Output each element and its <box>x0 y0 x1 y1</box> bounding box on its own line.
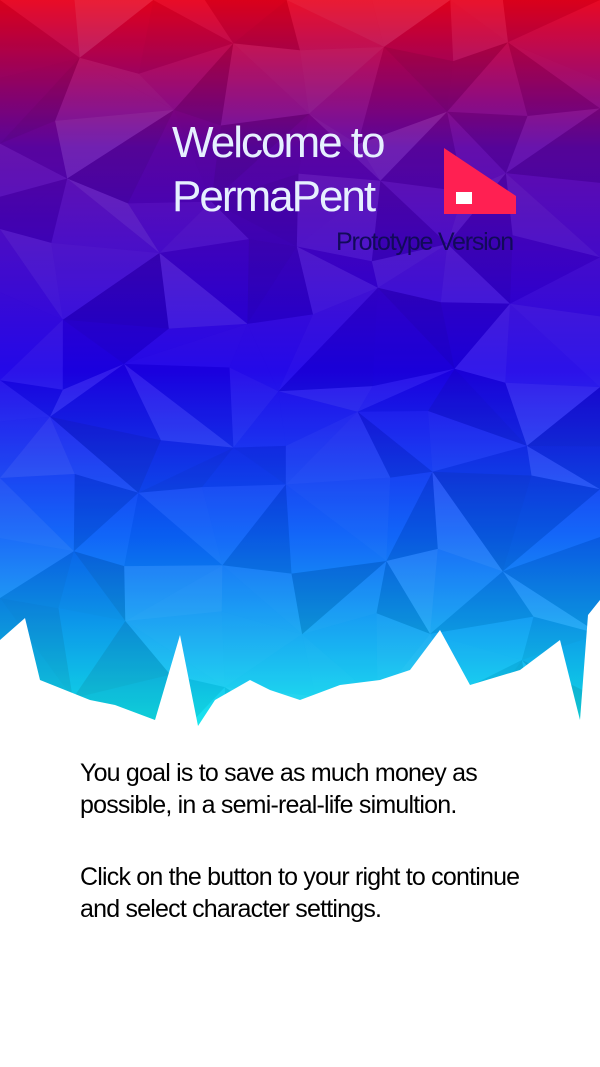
title-line-2: PermaPent <box>172 172 376 221</box>
poly-facet <box>377 692 458 726</box>
permapent-logo-icon <box>440 146 520 216</box>
version-label: Prototype Version <box>336 228 514 256</box>
continue-instructions: Click on the button to your right to con… <box>80 863 520 923</box>
poly-facet <box>522 660 600 740</box>
poly-facet <box>351 699 449 726</box>
low-poly-background <box>0 0 600 740</box>
welcome-screen: Welcome to PermaPent Prototype Version Y… <box>0 0 600 1067</box>
title-line-1: Welcome to <box>172 118 385 167</box>
poly-facet <box>320 699 378 726</box>
poly-facet <box>0 698 83 726</box>
page-title: Welcome to PermaPent <box>172 116 385 224</box>
low-poly-gradient-art <box>0 0 600 740</box>
poly-facet <box>521 660 600 726</box>
low-poly-facets <box>0 0 600 740</box>
poly-facet <box>0 686 73 726</box>
goal-description: You goal is to save as much money as pos… <box>80 759 478 819</box>
poly-facet <box>315 696 378 726</box>
